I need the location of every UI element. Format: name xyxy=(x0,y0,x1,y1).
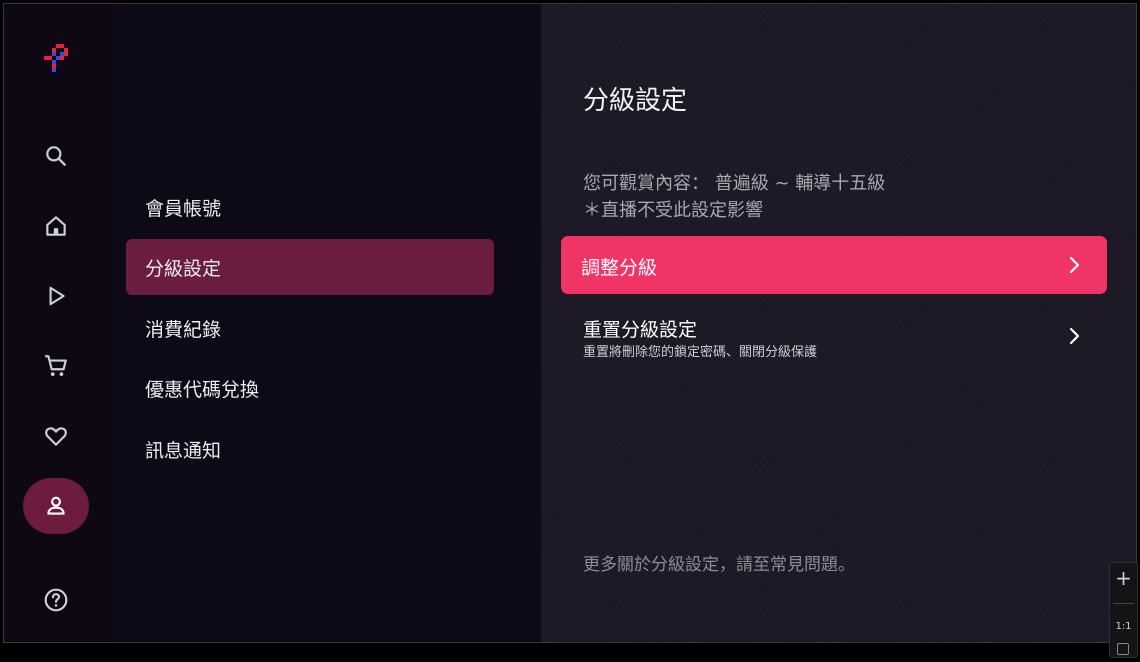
chevron-right-icon xyxy=(1069,327,1080,345)
menu-item-label: 會員帳號 xyxy=(145,197,222,220)
sidebar-nav xyxy=(4,4,114,642)
app-window: 會員帳號 分級設定 消費紀錄 優惠代碼兌換 訊息通知 分級設定 您可觀賞內容： … xyxy=(3,3,1137,643)
home-icon xyxy=(46,216,66,236)
fit-to-screen-icon[interactable] xyxy=(1117,643,1129,655)
nav-cart-button[interactable] xyxy=(23,338,89,394)
menu-item-member-account[interactable]: 會員帳號 xyxy=(126,179,494,235)
brand-logo-icon xyxy=(44,44,68,72)
help-icon xyxy=(44,588,68,612)
menu-item-label: 分級設定 xyxy=(145,257,222,280)
nav-search-button[interactable] xyxy=(23,128,89,184)
menu-item-label: 優惠代碼兌換 xyxy=(145,378,260,401)
zoom-control: + 1:1 xyxy=(1109,562,1138,658)
menu-item-promo-code[interactable]: 優惠代碼兌換 xyxy=(126,360,494,416)
cart-icon xyxy=(45,355,67,376)
content-panel: 分級設定 您可觀賞內容： 普遍級 ~ 輔導十五級 ＊直播不受此設定影響 調整分級… xyxy=(541,4,1136,642)
play-icon xyxy=(49,286,65,306)
zoom-reset-button[interactable]: 1:1 xyxy=(1110,621,1137,632)
heart-icon xyxy=(45,427,67,446)
person-icon xyxy=(47,496,65,515)
menu-item-purchase-history[interactable]: 消費紀錄 xyxy=(126,300,494,356)
nav-help-button[interactable] xyxy=(23,572,89,628)
menu-item-notifications[interactable]: 訊息通知 xyxy=(126,421,494,477)
nav-home-button[interactable] xyxy=(23,198,89,254)
nav-play-button[interactable] xyxy=(23,268,89,324)
nav-account-button[interactable] xyxy=(23,478,89,534)
zoom-divider xyxy=(1113,603,1134,604)
chevron-right-icon xyxy=(1069,256,1080,274)
reset-rating-button[interactable]: 重置分級設定 重置將刪除您的鎖定密碼、關閉分級保護 xyxy=(561,307,1107,365)
live-broadcast-note: ＊直播不受此設定影響 xyxy=(583,200,763,221)
adjust-rating-button[interactable]: 調整分級 xyxy=(561,236,1107,294)
page-title: 分級設定 xyxy=(583,86,688,116)
viewable-content-text: 您可觀賞內容： 普遍級 ~ 輔導十五級 xyxy=(583,173,886,194)
menu-item-rating-settings[interactable]: 分級設定 xyxy=(126,239,494,295)
option-sublabel: 重置將刪除您的鎖定密碼、關閉分級保護 xyxy=(583,345,818,360)
nav-favorites-button[interactable] xyxy=(23,408,89,464)
zoom-in-button[interactable]: + xyxy=(1110,565,1137,591)
settings-menu: 會員帳號 分級設定 消費紀錄 優惠代碼兌換 訊息通知 xyxy=(114,4,541,642)
menu-item-label: 消費紀錄 xyxy=(145,318,222,341)
menu-item-label: 訊息通知 xyxy=(145,439,222,462)
search-icon xyxy=(46,146,66,166)
faq-note: 更多關於分級設定，請至常見問題。 xyxy=(583,555,855,575)
option-label: 調整分級 xyxy=(581,257,658,279)
option-label: 重置分級設定 xyxy=(583,319,698,341)
